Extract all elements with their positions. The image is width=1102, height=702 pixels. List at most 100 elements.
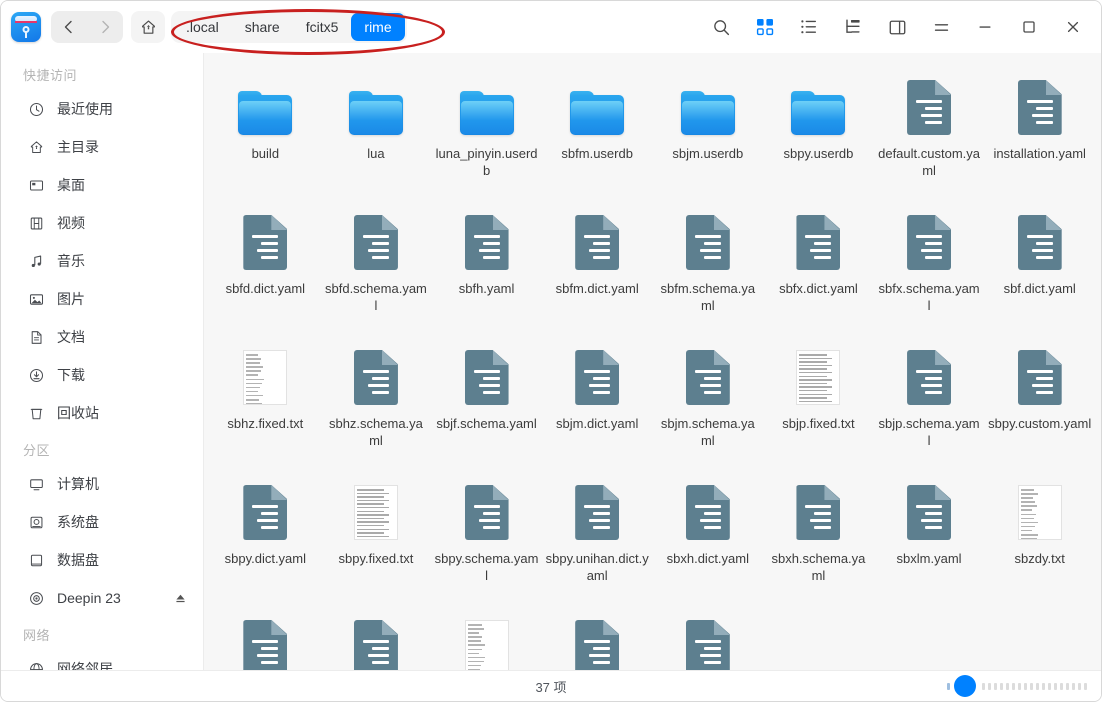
file-item[interactable] [210,607,321,670]
zoom-slider-handle[interactable] [954,675,976,697]
file-item[interactable]: sbpy.dict.yaml [210,472,321,607]
file-item[interactable]: sbfx.schema.yaml [874,202,985,337]
menu-icon[interactable] [919,7,963,47]
back-button[interactable] [51,11,87,43]
zoom-slider-start-tick [947,683,950,690]
file-item[interactable]: sbfd.schema.yaml [321,202,432,337]
file-item[interactable] [653,607,764,670]
file-item[interactable]: sbjf.schema.yaml [431,337,542,472]
yaml-file-icon [354,350,398,405]
sidebar-item-network-neighborhood[interactable]: 网络邻居 [7,650,197,670]
text-file-icon [243,350,287,405]
sidebar-item-desktop[interactable]: 桌面 [7,166,197,204]
file-item[interactable]: lua [321,67,432,202]
sidebar-item-label: 计算机 [57,474,99,494]
picture-icon [25,292,47,307]
file-item[interactable]: sbjm.userdb [653,67,764,202]
eject-icon[interactable] [174,592,187,605]
file-name-label: sbhz.schema.yaml [324,415,428,449]
title-bar: .local share fcitx5 rime [1,1,1101,53]
home-button[interactable] [131,11,165,43]
main-area: 快捷访问 最近使用 主目录 桌面 [1,53,1101,670]
file-item[interactable]: sbhz.fixed.txt [210,337,321,472]
file-item[interactable] [542,607,653,670]
sidebar-item-documents[interactable]: 文档 [7,318,197,356]
sidebar-item-music[interactable]: 音乐 [7,242,197,280]
sidebar-group-title-partitions: 分区 [1,432,203,465]
file-item[interactable]: sbxlm.yaml [874,472,985,607]
folder-icon [791,91,845,135]
sidebar: 快捷访问 最近使用 主目录 桌面 [1,53,204,670]
file-item[interactable]: default.custom.yaml [874,67,985,202]
breadcrumb-item-0[interactable]: .local [173,13,232,41]
list-view-icon[interactable] [787,7,831,47]
breadcrumb-item-2[interactable]: fcitx5 [293,13,352,41]
home-icon [25,140,47,155]
file-item[interactable]: sbpy.userdb [763,67,874,202]
file-item[interactable]: sbfm.userdb [542,67,653,202]
file-item[interactable]: sbpy.fixed.txt [321,472,432,607]
file-name-label: sbfx.schema.yaml [877,280,981,314]
text-file-icon [354,485,398,540]
file-item[interactable]: sbfm.schema.yaml [653,202,764,337]
zoom-slider[interactable] [947,675,1087,697]
folder-icon [570,91,624,135]
file-item[interactable]: sbxh.dict.yaml [653,472,764,607]
file-item[interactable]: sbhz.schema.yaml [321,337,432,472]
file-item[interactable]: luna_pinyin.userdb [431,67,542,202]
file-item[interactable]: sbpy.unihan.dict.yaml [542,472,653,607]
sidebar-item-trash[interactable]: 回收站 [7,394,197,432]
search-icon[interactable] [699,7,743,47]
file-item[interactable]: sbfd.dict.yaml [210,202,321,337]
yaml-file-icon [575,215,619,270]
yaml-file-icon [243,485,287,540]
sidebar-item-deepin23[interactable]: Deepin 23 [7,579,197,617]
yaml-file-icon [796,485,840,540]
maximize-button[interactable] [1007,7,1051,47]
file-item[interactable]: sbpy.schema.yaml [431,472,542,607]
file-manager-window: .local share fcitx5 rime [0,0,1102,702]
disc-icon [25,591,47,606]
file-item[interactable]: sbfx.dict.yaml [763,202,874,337]
tree-view-icon[interactable] [831,7,875,47]
file-item[interactable]: sbzdy.txt [984,472,1095,607]
sidebar-item-system-disk[interactable]: 系统盘 [7,503,197,541]
forward-button[interactable] [87,11,123,43]
minimize-button[interactable] [963,7,1007,47]
sidebar-item-home[interactable]: 主目录 [7,128,197,166]
sidebar-item-videos[interactable]: 视频 [7,204,197,242]
file-item[interactable] [431,607,542,670]
file-item[interactable]: sbjm.dict.yaml [542,337,653,472]
file-item[interactable]: installation.yaml [984,67,1095,202]
sidebar-item-label: 系统盘 [57,512,99,532]
file-grid[interactable]: buildlualuna_pinyin.userdbsbfm.userdbsbj… [204,53,1101,670]
sidebar-item-recent[interactable]: 最近使用 [7,90,197,128]
file-view[interactable]: buildlualuna_pinyin.userdbsbfm.userdbsbj… [204,53,1101,670]
file-item[interactable]: build [210,67,321,202]
zoom-slider-track[interactable] [982,683,1087,690]
icon-view-icon[interactable] [743,7,787,47]
file-item[interactable]: sbxh.schema.yaml [763,472,874,607]
breadcrumb-item-3[interactable]: rime [351,13,404,41]
breadcrumb-item-1[interactable]: share [232,13,293,41]
file-item[interactable]: sbfh.yaml [431,202,542,337]
file-name-label: sbfm.schema.yaml [656,280,760,314]
file-item[interactable]: sbjp.fixed.txt [763,337,874,472]
yaml-file-icon [465,350,509,405]
sidebar-item-data-disk[interactable]: 数据盘 [7,541,197,579]
close-button[interactable] [1051,7,1095,47]
detail-panel-icon[interactable] [875,7,919,47]
file-name-label: sbzdy.txt [988,550,1092,567]
file-item[interactable]: sbpy.custom.yaml [984,337,1095,472]
file-item[interactable] [321,607,432,670]
folder-icon [349,91,403,135]
file-item[interactable]: sbjm.schema.yaml [653,337,764,472]
sidebar-item-pictures[interactable]: 图片 [7,280,197,318]
file-item[interactable]: sbjp.schema.yaml [874,337,985,472]
sidebar-item-computer[interactable]: 计算机 [7,465,197,503]
sidebar-item-downloads[interactable]: 下载 [7,356,197,394]
yaml-file-icon [465,485,509,540]
file-item[interactable]: sbfm.dict.yaml [542,202,653,337]
file-item[interactable]: sbf.dict.yaml [984,202,1095,337]
yaml-file-icon [575,620,619,670]
